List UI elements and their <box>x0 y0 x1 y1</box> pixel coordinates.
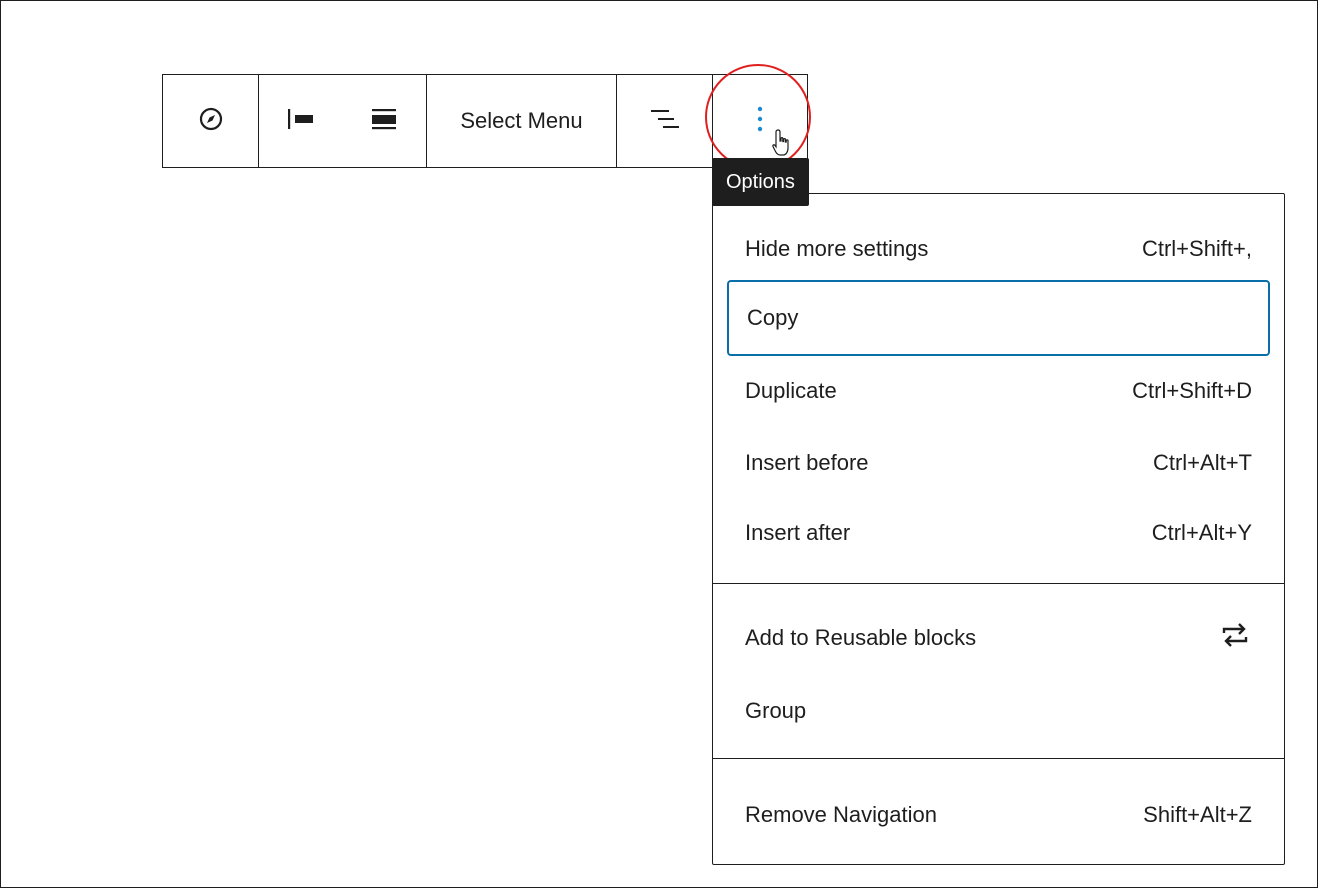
more-vertical-icon <box>755 104 765 139</box>
menu-item-label: Insert after <box>745 520 851 545</box>
menu-item-insert-before[interactable]: Insert before Ctrl+Alt+T <box>727 435 1270 491</box>
menu-item-hide-more-settings[interactable]: Hide more settings Ctrl+Shift+, <box>727 221 1270 277</box>
list-view-icon <box>649 106 681 137</box>
menu-item-insert-after[interactable]: Insert after Ctrl+Alt+Y <box>727 505 1270 561</box>
menu-separator <box>713 758 1284 759</box>
block-toolbar: Select Menu <box>162 74 808 168</box>
justify-center-button[interactable] <box>343 75 427 167</box>
menu-item-duplicate[interactable]: Duplicate Ctrl+Shift+D <box>727 363 1270 419</box>
justify-left-icon <box>286 106 316 137</box>
menu-separator <box>713 583 1284 584</box>
menu-item-label: Insert before <box>745 450 869 475</box>
menu-item-copy[interactable]: Copy <box>727 280 1270 356</box>
menu-item-shortcut: Ctrl+Shift+D <box>1132 378 1252 403</box>
justification-group <box>259 75 427 167</box>
list-view-group <box>617 75 713 167</box>
select-menu-group: Select Menu <box>427 75 617 167</box>
block-type-group <box>163 75 259 167</box>
menu-item-group[interactable]: Group <box>727 683 1270 739</box>
menu-item-shortcut: Ctrl+Alt+Y <box>1151 520 1252 545</box>
options-tooltip: Options <box>712 158 809 206</box>
navigation-block-button[interactable] <box>163 75 258 167</box>
menu-item-shortcut: Ctrl+Alt+T <box>1152 450 1252 475</box>
menu-item-remove-navigation[interactable]: Remove Navigation Shift+Alt+Z <box>727 787 1270 843</box>
menu-item-add-to-reusable-blocks[interactable]: Add to Reusable blocks <box>727 610 1270 666</box>
list-view-button[interactable] <box>617 75 712 167</box>
select-menu-button[interactable]: Select Menu <box>436 75 606 167</box>
reusable-block-icon <box>1218 618 1252 658</box>
menu-item-label: Group <box>745 698 807 723</box>
options-menu: Hide more settings Ctrl+Shift+, Copy Dup… <box>712 193 1285 865</box>
menu-item-shortcut: Ctrl+Shift+, <box>1141 236 1252 261</box>
menu-item-shortcut: Shift+Alt+Z <box>1143 802 1252 827</box>
compass-icon <box>198 106 224 137</box>
menu-item-label: Copy <box>747 305 799 330</box>
justify-left-button[interactable] <box>259 75 343 167</box>
menu-item-label: Remove Navigation <box>745 802 937 827</box>
menu-item-label: Duplicate <box>745 378 837 403</box>
menu-item-label: Add to Reusable blocks <box>745 625 977 650</box>
menu-item-label: Hide more settings <box>745 236 929 261</box>
justify-center-icon <box>369 106 399 137</box>
